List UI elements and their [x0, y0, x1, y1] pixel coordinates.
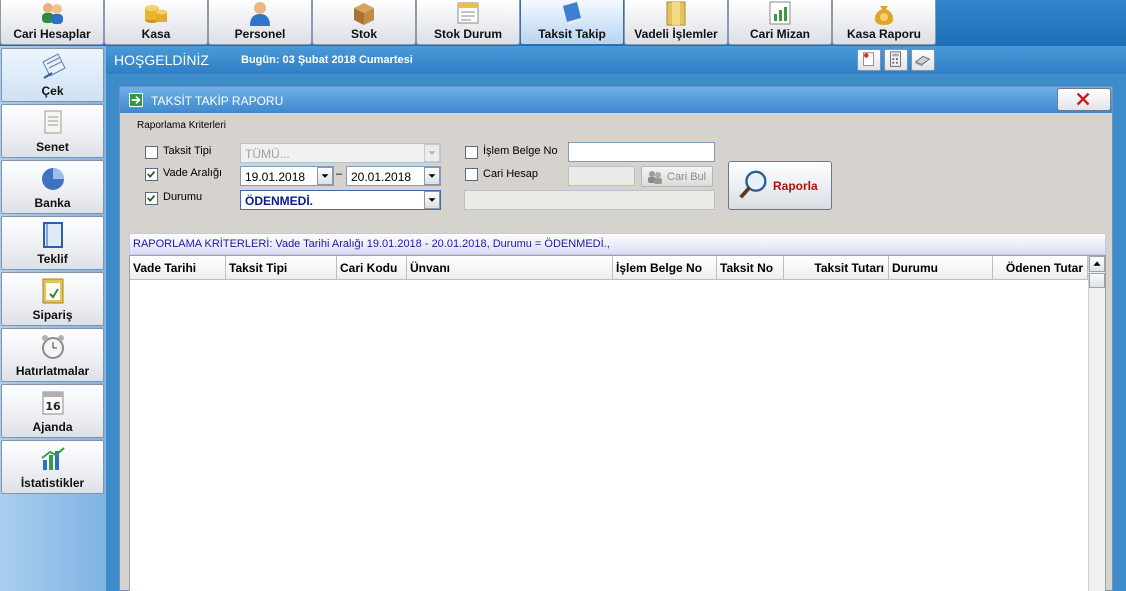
document-icon	[457, 2, 479, 24]
cari-hesap-checkbox[interactable]	[465, 168, 478, 181]
column-header[interactable]: Taksit No	[717, 256, 784, 280]
durumu-dropdown-button[interactable]	[424, 191, 440, 209]
toolbar-cari-mizan-button[interactable]: Cari Mizan	[728, 0, 832, 45]
welcome-greeting: HOŞGELDİNİZ	[114, 52, 209, 68]
users-icon	[42, 3, 63, 24]
durumu-checkbox[interactable]	[145, 192, 158, 205]
note-icon[interactable]	[857, 49, 881, 71]
sidebar-item-ajanda[interactable]: 16 Ajanda	[1, 384, 104, 438]
pie-chart-icon	[41, 168, 64, 190]
criteria-summary-text: RAPORLAMA KRİTERLERİ: Vade Tarihi Aralığ…	[133, 238, 610, 250]
toolbar-cari-hesaplar-button[interactable]: Cari Hesaplar	[0, 0, 104, 45]
islem-belge-no-input[interactable]	[568, 142, 715, 162]
chart-doc-icon	[769, 1, 791, 25]
sidebar-item-teklif[interactable]: Teklif	[1, 216, 104, 270]
close-button[interactable]	[1057, 88, 1111, 111]
taksit-tipi-label: Taksit Tipi	[163, 145, 212, 157]
cari-bul-button[interactable]: Cari Bul	[641, 166, 713, 187]
dialog-title-bar: TAKSİT TAKİP RAPORU	[120, 87, 1112, 113]
money-bag-icon	[874, 6, 894, 25]
box-icon	[354, 3, 374, 25]
chevron-down-icon	[428, 174, 436, 178]
toolbar-stok-button[interactable]: Stok	[312, 0, 416, 45]
clipboard-icon	[42, 278, 63, 304]
chevron-down-icon	[428, 198, 436, 202]
durumu-select[interactable]: ÖDENMEDİ.	[240, 190, 441, 210]
toolbar-kasa-raporu-button[interactable]: Kasa Raporu	[832, 0, 936, 45]
raporla-label: Raporla	[773, 179, 818, 193]
svg-text:16: 16	[45, 400, 61, 413]
toolbar-personel-button[interactable]: Personel	[208, 0, 312, 45]
taksit-tipi-dropdown-button[interactable]	[424, 144, 440, 162]
calculator-icon[interactable]	[884, 49, 908, 71]
vade-from-dropdown-button[interactable]	[317, 167, 333, 185]
person-icon	[250, 2, 270, 26]
toolbar-kasa-button[interactable]: Kasa	[104, 0, 208, 45]
users-icon	[648, 171, 662, 184]
eraser-icon[interactable]	[911, 49, 935, 71]
scroll-up-button[interactable]	[1089, 256, 1105, 272]
sidebar-item-siparis[interactable]: Sipariş	[1, 272, 104, 326]
sidebar-item-senet[interactable]: Senet	[1, 104, 104, 158]
column-header[interactable]: Durumu	[889, 256, 993, 280]
chevron-up-icon	[1093, 261, 1101, 266]
cari-hesap-name-input	[464, 190, 715, 210]
chevron-down-icon	[428, 151, 436, 155]
alarm-clock-icon	[41, 335, 64, 359]
calendar-icon: 16	[42, 391, 63, 415]
checkmark-icon	[147, 170, 156, 178]
vertical-scrollbar[interactable]	[1088, 256, 1105, 591]
taksit-tipi-checkbox[interactable]	[145, 146, 158, 159]
checkmark-icon	[147, 194, 156, 202]
welcome-bar: HOŞGELDİNİZ Bugün: 03 Şubat 2018 Cumarte…	[106, 46, 1126, 74]
criteria-group-label: Raporlama Kriterleri	[137, 120, 226, 131]
column-header[interactable]: Taksit Tutarı	[784, 256, 889, 280]
chevron-down-icon	[321, 174, 329, 178]
main-toolbar: Cari Hesaplar Kasa Personel Stok Stok Du…	[0, 0, 1126, 46]
toolbar-vadeli-islemler-button[interactable]: Vadeli İşlemler	[624, 0, 728, 45]
toolbar-taksit-takip-button[interactable]: Taksit Takip	[520, 0, 624, 45]
left-sidebar: Çek Senet Banka Teklif Sipariş Hatırlatm…	[0, 46, 106, 591]
durumu-label: Durumu	[163, 191, 203, 203]
sidebar-item-hatirlatmalar[interactable]: Hatırlatmalar	[1, 328, 104, 382]
column-header[interactable]: Vade Tarihi	[130, 256, 226, 280]
book-icon	[563, 2, 581, 25]
paper-icon	[44, 110, 61, 134]
sidebar-item-cek[interactable]: Çek	[1, 48, 104, 102]
cari-bul-label: Cari Bul	[667, 171, 707, 183]
bar-chart-icon	[40, 447, 65, 470]
cari-hesap-label: Cari Hesap	[483, 168, 539, 180]
sidebar-item-istatistikler[interactable]: İstatistikler	[1, 440, 104, 494]
column-header[interactable]: Ünvanı	[407, 256, 613, 280]
taksit-takip-raporu-dialog: TAKSİT TAKİP RAPORU Raporlama Kriterleri…	[119, 86, 1113, 591]
vade-araligi-checkbox[interactable]	[145, 168, 158, 181]
sidebar-item-banka[interactable]: Banka	[1, 160, 104, 214]
dialog-title: TAKSİT TAKİP RAPORU	[151, 94, 284, 108]
vade-to-dropdown-button[interactable]	[424, 167, 440, 185]
magnifier-icon	[739, 170, 767, 199]
column-header[interactable]: Ödenen Tutar	[993, 256, 1088, 280]
coins-icon	[145, 5, 167, 23]
close-icon	[1076, 92, 1090, 106]
arrow-right-icon	[129, 93, 143, 107]
islem-belge-no-checkbox[interactable]	[465, 146, 478, 159]
notebook-icon	[42, 222, 63, 248]
column-header[interactable]: Taksit Tipi	[226, 256, 337, 280]
date-range-separator: –	[336, 168, 343, 180]
check-notepad-icon	[41, 53, 66, 79]
raporla-button[interactable]: Raporla	[728, 161, 832, 210]
scroll-thumb[interactable]	[1089, 273, 1105, 288]
toolbar-stok-durum-button[interactable]: Stok Durum	[416, 0, 520, 45]
cari-hesap-code-input[interactable]	[568, 166, 635, 186]
column-header[interactable]: İşlem Belge No	[613, 256, 717, 280]
report-grid: Vade Tarihi Taksit Tipi Cari Kodu Ünvanı…	[129, 255, 1106, 591]
islem-belge-no-label: İşlem Belge No	[483, 145, 558, 157]
vade-araligi-label: Vade Aralığı	[163, 167, 223, 179]
column-header[interactable]: Cari Kodu	[337, 256, 407, 280]
folder-icon	[666, 1, 686, 26]
criteria-summary-bar: RAPORLAMA KRİTERLERİ: Vade Tarihi Aralığ…	[129, 233, 1106, 255]
taksit-tipi-select[interactable]: TÜMÜ...	[240, 143, 441, 163]
today-date: Bugün: 03 Şubat 2018 Cumartesi	[241, 54, 413, 66]
